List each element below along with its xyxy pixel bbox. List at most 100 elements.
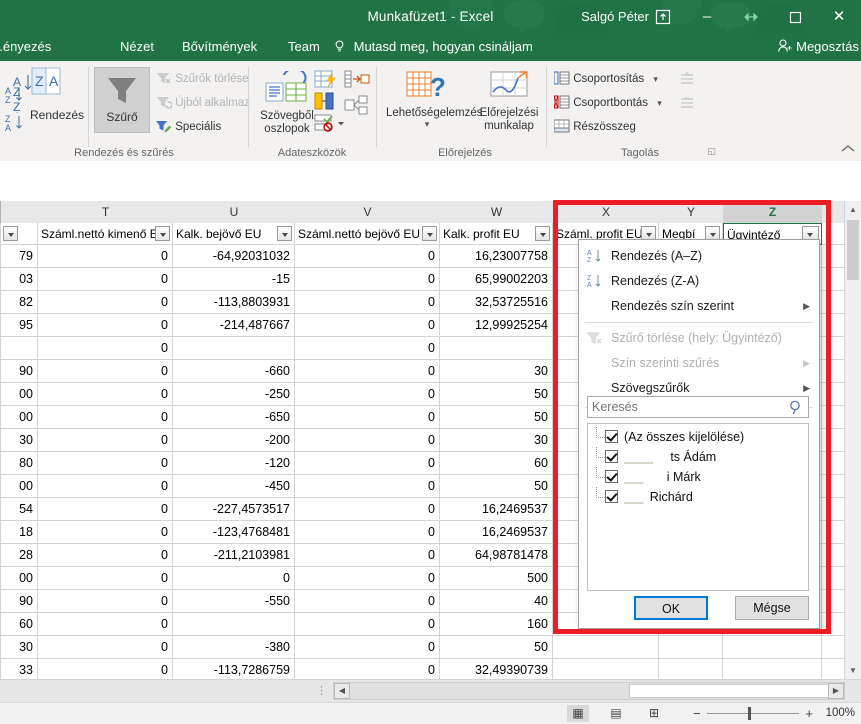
filter-button[interactable]: Szűrő	[94, 67, 150, 133]
grid-cell-X-19[interactable]	[553, 659, 659, 679]
filter-dropdown-button-partial[interactable]	[3, 226, 18, 241]
search-input[interactable]	[588, 397, 780, 417]
list-item[interactable]: ▁▁▁ ts Ádám	[588, 447, 808, 467]
grid-cell-U-6[interactable]: -660	[173, 360, 295, 383]
tab-team[interactable]: Team	[288, 33, 320, 61]
col-head-AA[interactable]	[822, 201, 846, 224]
col-head-U[interactable]: U	[173, 201, 296, 224]
grid-cell-W-14[interactable]: 64,98781478	[440, 544, 553, 567]
grid-cell-partial-2[interactable]	[822, 268, 845, 291]
relationships-button[interactable]	[344, 95, 370, 118]
grid-cell-T-14[interactable]: 0	[38, 544, 173, 567]
grid-cell-W-12[interactable]: 16,2469537	[440, 498, 553, 521]
menu-sort-ascending[interactable]: AZ Rendezés (A–Z)	[579, 244, 819, 269]
data-validation-button[interactable]	[314, 113, 348, 136]
scroll-right-icon[interactable]: ▶	[828, 683, 844, 699]
grid-cell-partial-4[interactable]	[822, 314, 845, 337]
grid-cell-T-10[interactable]: 0	[38, 452, 173, 475]
grid-cell-T-18[interactable]: 0	[38, 636, 173, 659]
grid-cell-W-16[interactable]: 40	[440, 590, 553, 613]
grid-cell-partial-9[interactable]	[822, 429, 845, 452]
grid-cell-partial-17[interactable]: 60	[0, 613, 38, 636]
grid-cell-U-7[interactable]: -250	[173, 383, 295, 406]
grid-cell-partial-12[interactable]	[822, 498, 845, 521]
grid-cell-partial-3[interactable]: 82	[0, 291, 38, 314]
grid-cell-T-16[interactable]: 0	[38, 590, 173, 613]
filter-header-T[interactable]: Száml.nettó kimenő EU	[38, 223, 173, 245]
zoom-slider[interactable]: − +	[693, 705, 813, 722]
grid-cell-U-4[interactable]: -214,487667	[173, 314, 295, 337]
grid-cell-V-10[interactable]: 0	[295, 452, 440, 475]
filter-dropdown-button-T[interactable]	[155, 226, 170, 241]
grid-cell-U-9[interactable]: -200	[173, 429, 295, 452]
grid-cell-U-8[interactable]: -650	[173, 406, 295, 429]
grid-cell-partial-1[interactable]	[822, 245, 845, 268]
horizontal-scrollbar[interactable]: ◀ ▶	[333, 682, 845, 700]
ribbon-display-options-icon[interactable]	[729, 0, 773, 33]
zoom-out-button[interactable]: −	[693, 705, 701, 722]
col-head-Z[interactable]: Z	[723, 201, 823, 225]
checkbox-value[interactable]	[605, 450, 618, 463]
page-break-view-button[interactable]: ⊞	[643, 705, 665, 722]
grid-cell-V-13[interactable]: 0	[295, 521, 440, 544]
grid-cell-partial-12[interactable]: 54	[0, 498, 38, 521]
tab-velemenyezes[interactable]: ...ényezés	[0, 33, 51, 61]
filter-header-AA[interactable]	[822, 223, 845, 245]
grid-cell-T-8[interactable]: 0	[38, 406, 173, 429]
col-head-X[interactable]: X	[553, 201, 660, 224]
grid-cell-partial-15[interactable]	[822, 567, 845, 590]
tell-me-box[interactable]: Mutasd meg, hogyan csináljam	[334, 33, 533, 61]
grid-cell-V-17[interactable]: 0	[295, 613, 440, 636]
tab-bovitmenyek[interactable]: Bővítmények	[182, 33, 257, 61]
grid-cell-W-8[interactable]: 50	[440, 406, 553, 429]
grid-cell-U-1[interactable]: -64,92031032	[173, 245, 295, 268]
horizontal-scrollbar-thumb[interactable]	[629, 684, 833, 698]
remove-duplicates-button[interactable]	[314, 91, 338, 114]
filter-search-box[interactable]	[587, 396, 809, 418]
scroll-down-icon[interactable]: ▼	[845, 662, 861, 679]
grid-cell-T-2[interactable]: 0	[38, 268, 173, 291]
list-item[interactable]: ▁▁ Richárd	[588, 487, 808, 507]
zoom-percent[interactable]: 100%	[826, 705, 855, 722]
filter-header-U[interactable]: Kalk. bejövő EU	[173, 223, 295, 245]
maximize-restore-button[interactable]	[773, 0, 817, 33]
grid-cell-partial-18[interactable]	[822, 636, 845, 659]
grid-cell-partial-4[interactable]: 95	[0, 314, 38, 337]
grid-cell-partial-13[interactable]: 18	[0, 521, 38, 544]
grid-cell-T-6[interactable]: 0	[38, 360, 173, 383]
grid-cell-W-15[interactable]: 500	[440, 567, 553, 590]
grid-cell-W-17[interactable]: 160	[440, 613, 553, 636]
grid-cell-W-7[interactable]: 50	[440, 383, 553, 406]
grid-cell-V-7[interactable]: 0	[295, 383, 440, 406]
grid-cell-W-4[interactable]: 12,99925254	[440, 314, 553, 337]
grid-cell-partial-2[interactable]: 03	[0, 268, 38, 291]
outline-dialog-launcher[interactable]: ◱	[707, 146, 716, 157]
grid-cell-U-3[interactable]: -113,8803931	[173, 291, 295, 314]
grid-cell-W-6[interactable]: 30	[440, 360, 553, 383]
ungroup-button[interactable]: Csoportbontás ▾	[553, 95, 662, 111]
share-button[interactable]: Megosztás	[777, 33, 859, 61]
advanced-filter-button[interactable]: Speciális	[156, 119, 221, 135]
grid-cell-partial-5[interactable]	[0, 337, 38, 360]
col-head-V[interactable]: V	[295, 201, 441, 224]
grid-cell-W-2[interactable]: 65,99002203	[440, 268, 553, 291]
scroll-left-icon[interactable]: ◀	[334, 683, 350, 699]
sort-label[interactable]: Rendezés	[30, 107, 84, 123]
grid-cell-U-2[interactable]: -15	[173, 268, 295, 291]
grid-cell-T-4[interactable]: 0	[38, 314, 173, 337]
grid-cell-U-12[interactable]: -227,4573517	[173, 498, 295, 521]
subtotal-button[interactable]: Részösszeg	[553, 119, 636, 135]
grid-cell-U-16[interactable]: -550	[173, 590, 295, 613]
checkbox-value[interactable]	[605, 490, 618, 503]
what-if-analysis-button[interactable]: ? Lehetőségelemzés ▾	[386, 69, 483, 129]
menu-sort-descending[interactable]: ZA Rendezés (Z-A)	[579, 269, 819, 294]
grid-cell-V-8[interactable]: 0	[295, 406, 440, 429]
normal-view-button[interactable]: ▦	[567, 705, 589, 722]
vertical-scrollbar[interactable]: ▲ ▼	[844, 201, 861, 679]
grid-cell-V-14[interactable]: 0	[295, 544, 440, 567]
grid-cell-U-5[interactable]	[173, 337, 295, 360]
zoom-knob[interactable]	[748, 707, 751, 720]
grid-cell-partial-3[interactable]	[822, 291, 845, 314]
grid-cell-V-6[interactable]: 0	[295, 360, 440, 383]
grid-cell-partial-18[interactable]: 30	[0, 636, 38, 659]
